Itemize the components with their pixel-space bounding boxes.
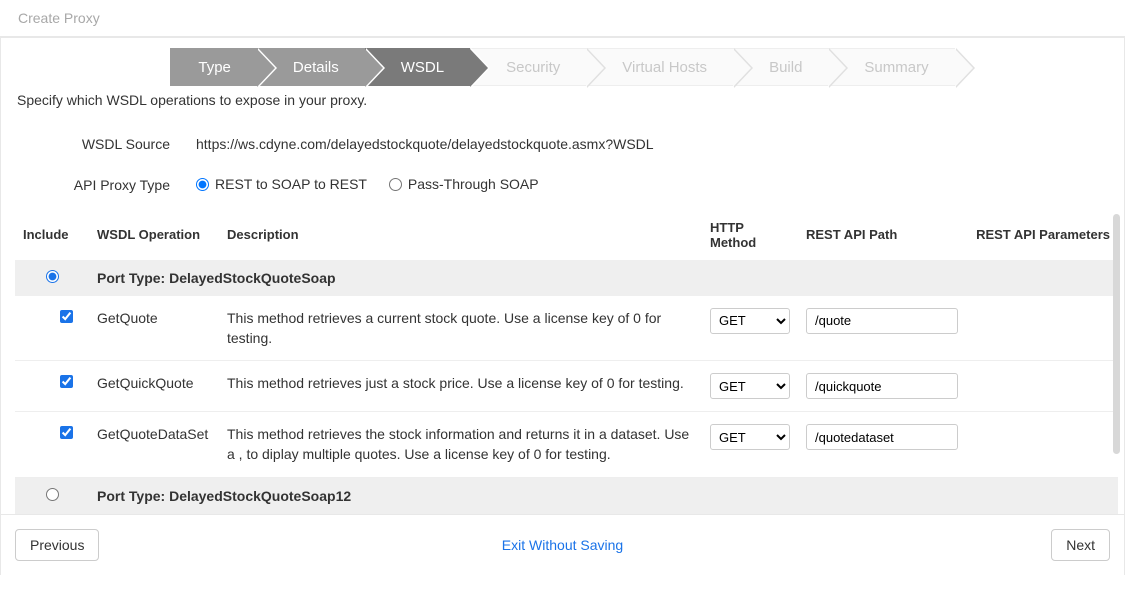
operation-description: This method retrieves a current stock qu… [219,296,702,361]
proxy-type-rest-label: REST to SOAP to REST [215,176,367,192]
proxy-type-pass-radio[interactable] [389,178,402,191]
operation-description: This method retrieves the stock informat… [219,412,702,478]
instruction-text: Specify which WSDL operations to expose … [1,86,1124,124]
proxy-type-pass-label: Pass-Through SOAP [408,176,539,192]
api-proxy-type-label: API Proxy Type [21,177,196,193]
page-title: Create Proxy [0,0,1125,37]
col-operation: WSDL Operation [89,210,219,260]
http-method-select[interactable]: GET [710,424,790,450]
col-description: Description [219,210,702,260]
port-type-radio-2[interactable] [46,488,59,501]
wsdl-source-value: https://ws.cdyne.com/delayedstockquote/d… [196,136,1104,152]
operation-name: GetQuickQuote [89,361,219,412]
port-type-row[interactable]: Port Type: DelayedStockQuoteSoap12 [15,477,1118,514]
wizard-steps: Type Details WSDL Security Virtual Hosts… [1,38,1124,86]
include-checkbox[interactable] [60,310,73,323]
col-method: HTTP Method [702,210,798,260]
operation-name: GetQuoteDataSet [89,412,219,478]
operation-name: GetQuote [89,296,219,361]
step-virtual-hosts: Virtual Hosts [586,48,733,86]
proxy-type-rest-option[interactable]: REST to SOAP to REST [196,176,367,192]
rest-api-path-input[interactable] [806,424,958,450]
proxy-type-rest-radio[interactable] [196,178,209,191]
operations-table: Include WSDL Operation Description HTTP … [15,210,1118,514]
col-path: REST API Path [798,210,968,260]
operation-row: GetQuote This method retrieves a current… [15,296,1118,361]
http-method-select[interactable]: GET [710,373,790,399]
include-checkbox[interactable] [60,426,73,439]
port-type-label-1: Port Type: DelayedStockQuoteSoap [89,260,1118,296]
include-checkbox[interactable] [60,375,73,388]
col-params: REST API Parameters [968,210,1118,260]
operation-row: GetQuickQuote This method retrieves just… [15,361,1118,412]
rest-api-path-input[interactable] [806,308,958,334]
previous-button[interactable]: Previous [15,529,99,561]
rest-api-path-input[interactable] [806,373,958,399]
next-button[interactable]: Next [1051,529,1110,561]
exit-without-saving-link[interactable]: Exit Without Saving [502,537,623,553]
port-type-label-2: Port Type: DelayedStockQuoteSoap12 [89,477,1118,514]
proxy-type-pass-option[interactable]: Pass-Through SOAP [389,176,539,192]
vertical-scrollbar[interactable] [1113,214,1120,454]
col-include: Include [15,210,89,260]
port-type-row[interactable]: Port Type: DelayedStockQuoteSoap [15,260,1118,296]
operation-row: GetQuoteDataSet This method retrieves th… [15,412,1118,478]
port-type-radio-1[interactable] [46,270,59,283]
wizard-footer: Previous Exit Without Saving Next [1,514,1124,575]
wsdl-source-label: WSDL Source [21,136,196,152]
operation-description: This method retrieves just a stock price… [219,361,702,412]
step-type[interactable]: Type [170,48,257,86]
http-method-select[interactable]: GET [710,308,790,334]
